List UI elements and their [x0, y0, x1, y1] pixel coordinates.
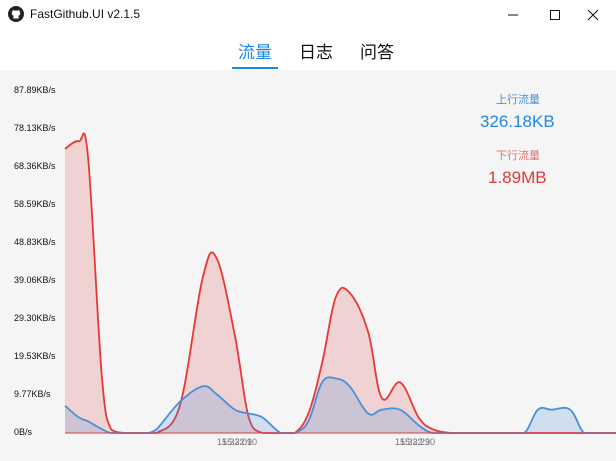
- download-label: 下行流量: [496, 150, 540, 162]
- close-icon: [587, 9, 599, 21]
- tab-logs[interactable]: 日志: [299, 38, 333, 63]
- github-icon: [8, 6, 24, 22]
- tab-traffic[interactable]: 流量: [238, 38, 272, 63]
- upload-label: 上行流量: [496, 94, 540, 106]
- window-title: FastGithub.UI v2.1.5: [30, 7, 141, 21]
- upload-series-area: [65, 377, 616, 433]
- title-bar: FastGithub.UI v2.1.5: [0, 0, 616, 30]
- maximize-icon: [550, 10, 560, 20]
- close-button[interactable]: [570, 0, 616, 30]
- minimize-button[interactable]: [490, 0, 536, 30]
- download-value: 1.89MB: [488, 168, 547, 187]
- tab-faq[interactable]: 问答: [360, 38, 394, 63]
- active-tab-indicator: [232, 67, 278, 69]
- minimize-icon: [508, 14, 518, 16]
- tab-bar: 流量 日志 问答: [0, 34, 616, 70]
- traffic-chart: 87.89KB/s 78.13KB/s 68.36KB/s 58.59KB/s 48.8…: [0, 70, 616, 461]
- upload-value: 326.18KB: [480, 112, 555, 131]
